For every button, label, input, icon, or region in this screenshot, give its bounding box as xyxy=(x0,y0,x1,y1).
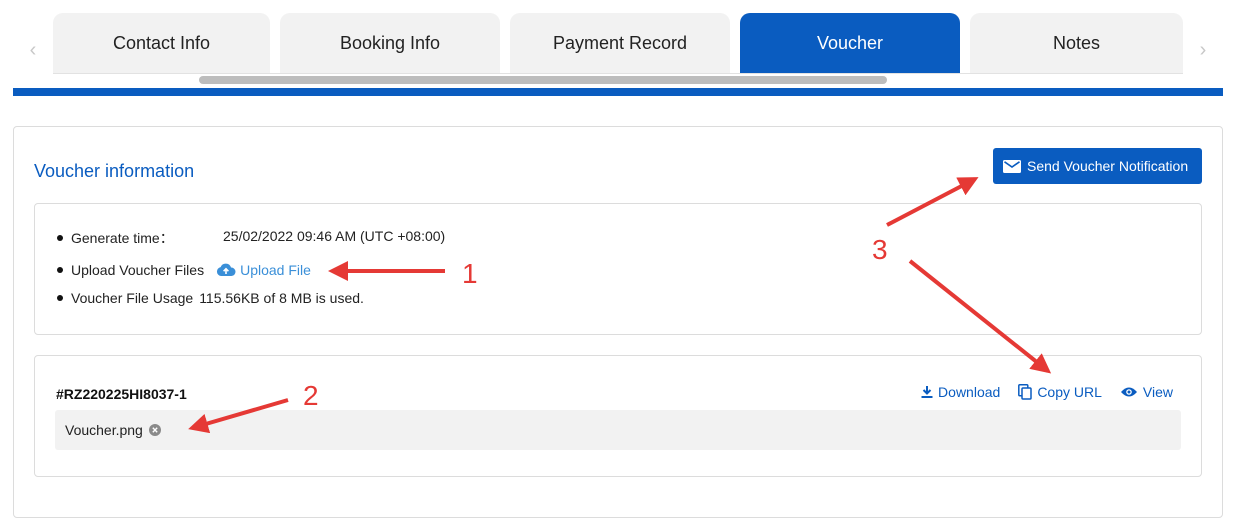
voucher-card: Voucher information Send Voucher Notific… xyxy=(13,126,1223,518)
download-label: Download xyxy=(938,384,1001,400)
generate-time-label: Generate time： xyxy=(71,230,174,246)
copy-icon xyxy=(1018,384,1033,400)
eye-icon xyxy=(1120,387,1137,397)
tab-contact-info[interactable]: Contact Info xyxy=(53,13,270,73)
tab-strip: ‹ Contact Info Booking Info Payment Reco… xyxy=(13,0,1223,96)
copy-url-button[interactable]: Copy URL xyxy=(1018,384,1102,400)
bullet xyxy=(57,295,63,301)
voucher-file-id: #RZ220225HI8037-1 xyxy=(56,386,187,402)
tab-scrollbar[interactable] xyxy=(199,76,887,84)
bullet xyxy=(57,267,63,273)
usage-value: 115.56KB of 8 MB is used. xyxy=(199,290,364,306)
bullet xyxy=(57,235,63,241)
tab-payment-record[interactable]: Payment Record xyxy=(510,13,730,73)
annotation-label-3: 3 xyxy=(872,234,888,265)
upload-file-label: Upload File xyxy=(240,262,311,278)
copy-url-label: Copy URL xyxy=(1037,384,1102,400)
mail-icon xyxy=(1003,159,1021,173)
view-button[interactable]: View xyxy=(1120,384,1173,400)
page-title: Voucher information xyxy=(34,161,195,181)
remove-file-icon[interactable] xyxy=(148,424,161,436)
tab-underline-bar xyxy=(13,88,1223,96)
send-voucher-notification-label: Send Voucher Notification xyxy=(1027,158,1189,174)
download-button[interactable]: Download xyxy=(921,384,1000,400)
upload-label: Upload Voucher Files xyxy=(71,262,205,278)
tab-divider xyxy=(53,73,1183,74)
file-list: Voucher.png xyxy=(55,410,1181,450)
voucher-info-box: Generate time： 25/02/2022 09:46 AM (UTC … xyxy=(34,203,1202,335)
chevron-left-icon[interactable]: ‹ xyxy=(23,38,43,62)
cloud-upload-icon xyxy=(217,263,236,276)
view-label: View xyxy=(1142,384,1173,400)
send-voucher-notification-button[interactable]: Send Voucher Notification xyxy=(993,148,1202,184)
annotation-label-1: 1 xyxy=(462,258,478,289)
usage-row: Voucher File Usage 115.56KB of 8 MB is u… xyxy=(57,290,364,306)
generate-time-row: Generate time： 25/02/2022 09:46 AM (UTC … xyxy=(57,228,557,248)
generate-time-value: 25/02/2022 09:46 AM (UTC +08:00) xyxy=(223,228,446,244)
file-name: Voucher.png xyxy=(65,422,143,438)
upload-file-link[interactable]: Upload File xyxy=(216,262,311,278)
voucher-file-box: #RZ220225HI8037-1 Download Copy URL View… xyxy=(34,355,1202,477)
file-chip[interactable]: Voucher.png xyxy=(65,422,161,438)
tab-booking-info[interactable]: Booking Info xyxy=(280,13,500,73)
annotation-label-2: 2 xyxy=(303,380,319,411)
chevron-right-icon[interactable]: › xyxy=(1193,38,1213,62)
download-icon xyxy=(921,386,933,398)
file-actions: Download Copy URL View xyxy=(921,384,1173,400)
upload-row: Upload Voucher Files Upload File xyxy=(57,262,311,278)
tab-notes[interactable]: Notes xyxy=(970,13,1183,73)
usage-label: Voucher File Usage xyxy=(71,290,194,306)
tab-voucher[interactable]: Voucher xyxy=(740,13,960,73)
